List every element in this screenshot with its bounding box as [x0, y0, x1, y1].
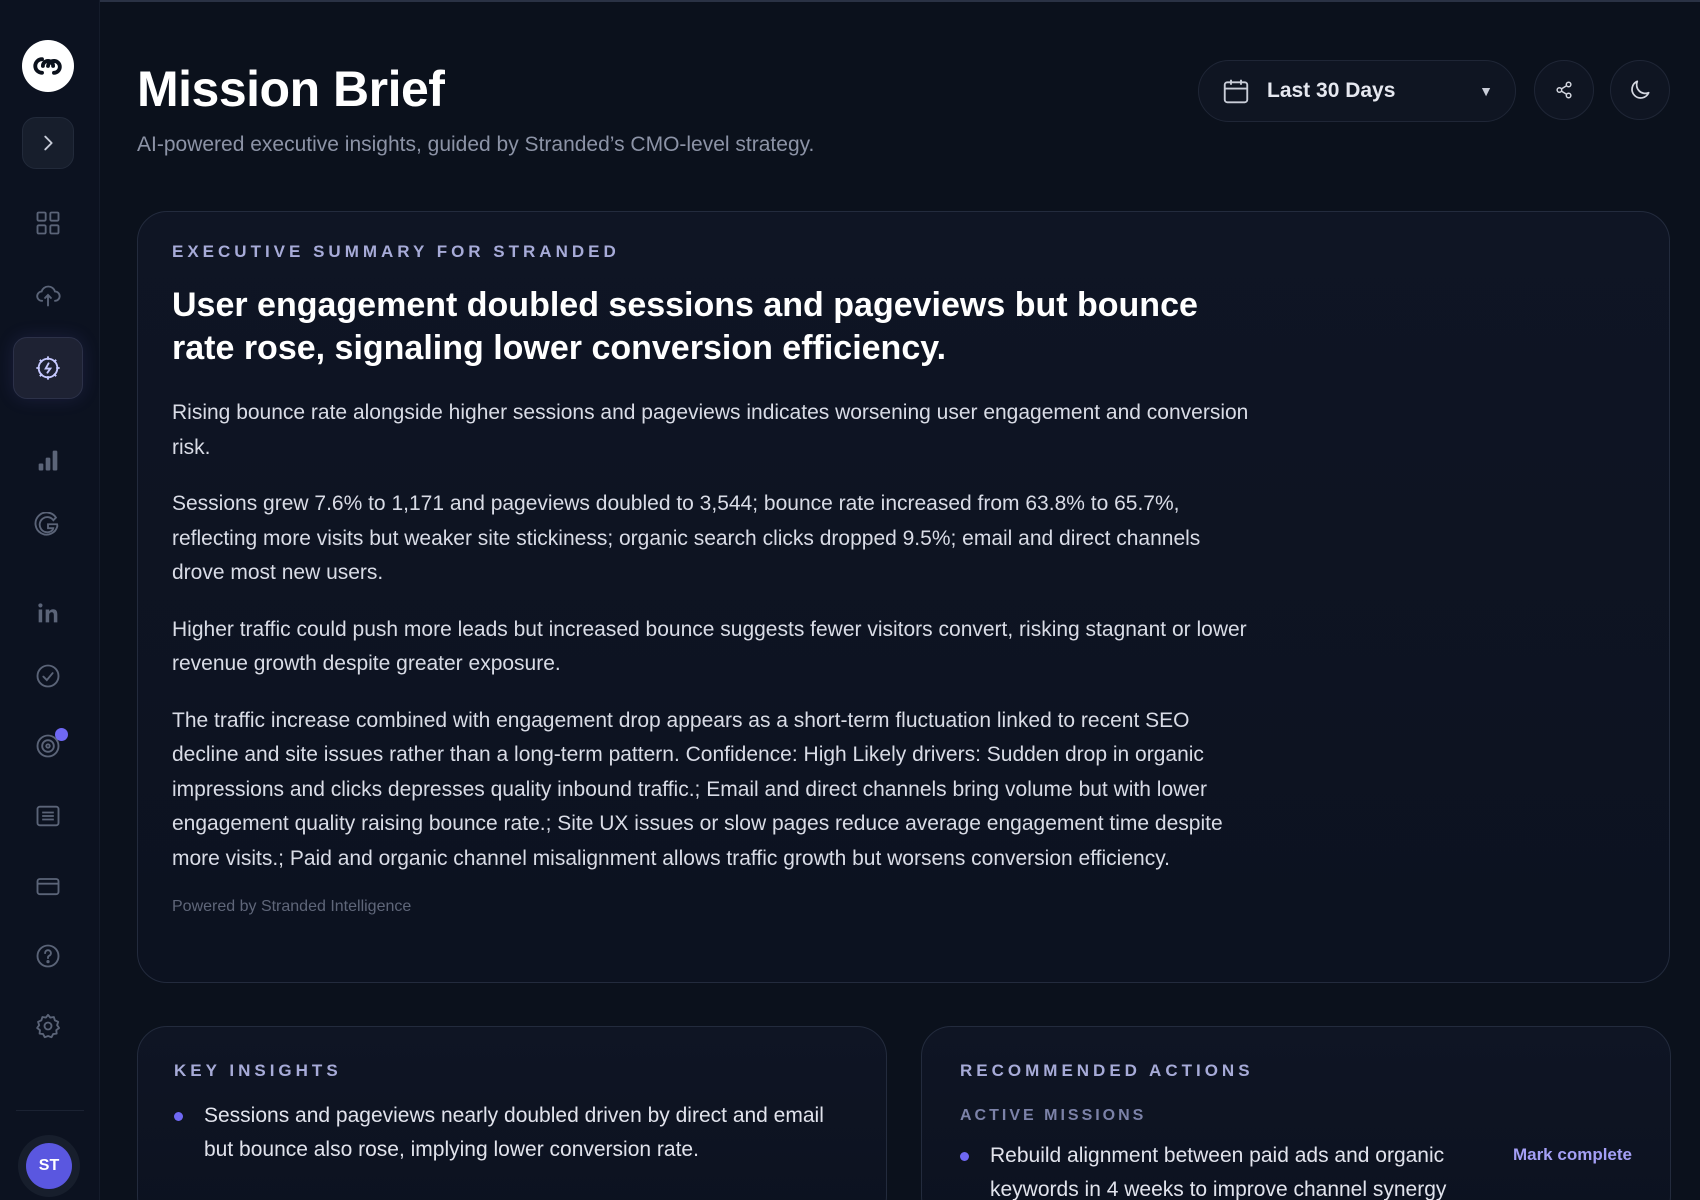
notification-dot	[55, 728, 68, 741]
mission-brief-icon	[36, 356, 60, 380]
executive-summary-card: EXECUTIVE SUMMARY FOR STRANDED User enga…	[137, 211, 1670, 983]
sidebar-item-goals[interactable]	[22, 720, 74, 772]
sidebar-expand-button[interactable]	[22, 117, 74, 169]
share-icon	[1556, 81, 1572, 99]
sidebar-item-billing[interactable]	[22, 860, 74, 912]
mark-complete-button[interactable]: Mark complete	[1513, 1139, 1632, 1165]
sidebar-item-mission-brief[interactable]	[13, 337, 83, 399]
billing-card-icon	[36, 878, 60, 896]
settings-icon	[36, 1013, 61, 1039]
summary-eyebrow: EXECUTIVE SUMMARY FOR STRANDED	[172, 242, 620, 261]
date-range-select[interactable]: Last 30 Days ▼	[1198, 60, 1516, 122]
sidebar-item-reports[interactable]	[22, 790, 74, 842]
linkedin-icon	[38, 603, 58, 623]
chevron-right-icon	[44, 135, 53, 151]
mission-item: Rebuild alignment between paid ads and o…	[960, 1139, 1489, 1200]
logo-icon	[33, 57, 62, 75]
app-logo[interactable]	[22, 40, 74, 92]
insight-text: Sessions and pageviews nearly doubled dr…	[204, 1104, 824, 1161]
page-subtitle: AI-powered executive insights, guided by…	[137, 133, 815, 156]
insights-title: KEY INSIGHTS	[174, 1061, 342, 1080]
summary-paragraph: Higher traffic could push more leads but…	[172, 617, 1247, 676]
theme-toggle-button[interactable]	[1610, 60, 1670, 120]
moon-icon	[1631, 80, 1650, 99]
key-insights-card: KEY INSIGHTS Sessions and pageviews near…	[137, 1026, 887, 1200]
summary-paragraph: Rising bounce rate alongside higher sess…	[172, 401, 1249, 459]
sidebar-item-sync[interactable]	[22, 269, 74, 321]
sidebar-item-google[interactable]	[22, 500, 74, 552]
cloud-sync-icon	[36, 285, 61, 307]
powered-by-label: Powered by Stranded Intelligence	[172, 898, 412, 915]
dashboard-grid-icon	[36, 211, 60, 235]
avatar[interactable]: ST	[26, 1143, 72, 1189]
bar-chart-icon	[38, 450, 58, 471]
bullet-dot	[960, 1152, 969, 1161]
caret-down-icon: ▼	[1479, 83, 1493, 99]
sidebar-item-linkedin[interactable]	[22, 587, 74, 639]
insight-item: Sessions and pageviews nearly doubled dr…	[174, 1099, 850, 1167]
active-missions-label: ACTIVE MISSIONS	[960, 1107, 1147, 1124]
share-button[interactable]	[1534, 60, 1594, 120]
date-range-label: Last 30 Days	[1267, 79, 1396, 102]
bullet-dot	[174, 1112, 183, 1121]
mission-text: Rebuild alignment between paid ads and o…	[990, 1144, 1447, 1200]
sidebar-item-tasks[interactable]	[22, 650, 74, 702]
mission-row: Rebuild alignment between paid ads and o…	[960, 1139, 1632, 1200]
actions-title: RECOMMENDED ACTIONS	[960, 1061, 1254, 1080]
check-circle-icon	[36, 664, 60, 688]
summary-paragraph: The traffic increase combined with engag…	[172, 708, 1223, 870]
sidebar-item-analytics[interactable]	[22, 434, 74, 486]
sidebar-divider	[16, 1110, 84, 1111]
summary-headline: User engagement doubled sessions and pag…	[172, 286, 1198, 367]
google-icon	[34, 512, 59, 536]
sidebar-item-dashboard[interactable]	[22, 197, 74, 249]
top-border	[0, 0, 1700, 2]
page-title: Mission Brief	[137, 61, 445, 117]
sidebar-item-help[interactable]	[22, 930, 74, 982]
sidebar: ST	[0, 0, 100, 1200]
calendar-icon	[1223, 79, 1249, 104]
sidebar-item-settings[interactable]	[22, 1000, 74, 1052]
help-icon	[36, 944, 60, 968]
recommended-actions-card: RECOMMENDED ACTIONS ACTIVE MISSIONS Rebu…	[921, 1026, 1671, 1200]
list-icon	[36, 805, 60, 827]
summary-paragraph: Sessions grew 7.6% to 1,171 and pageview…	[172, 492, 1201, 584]
